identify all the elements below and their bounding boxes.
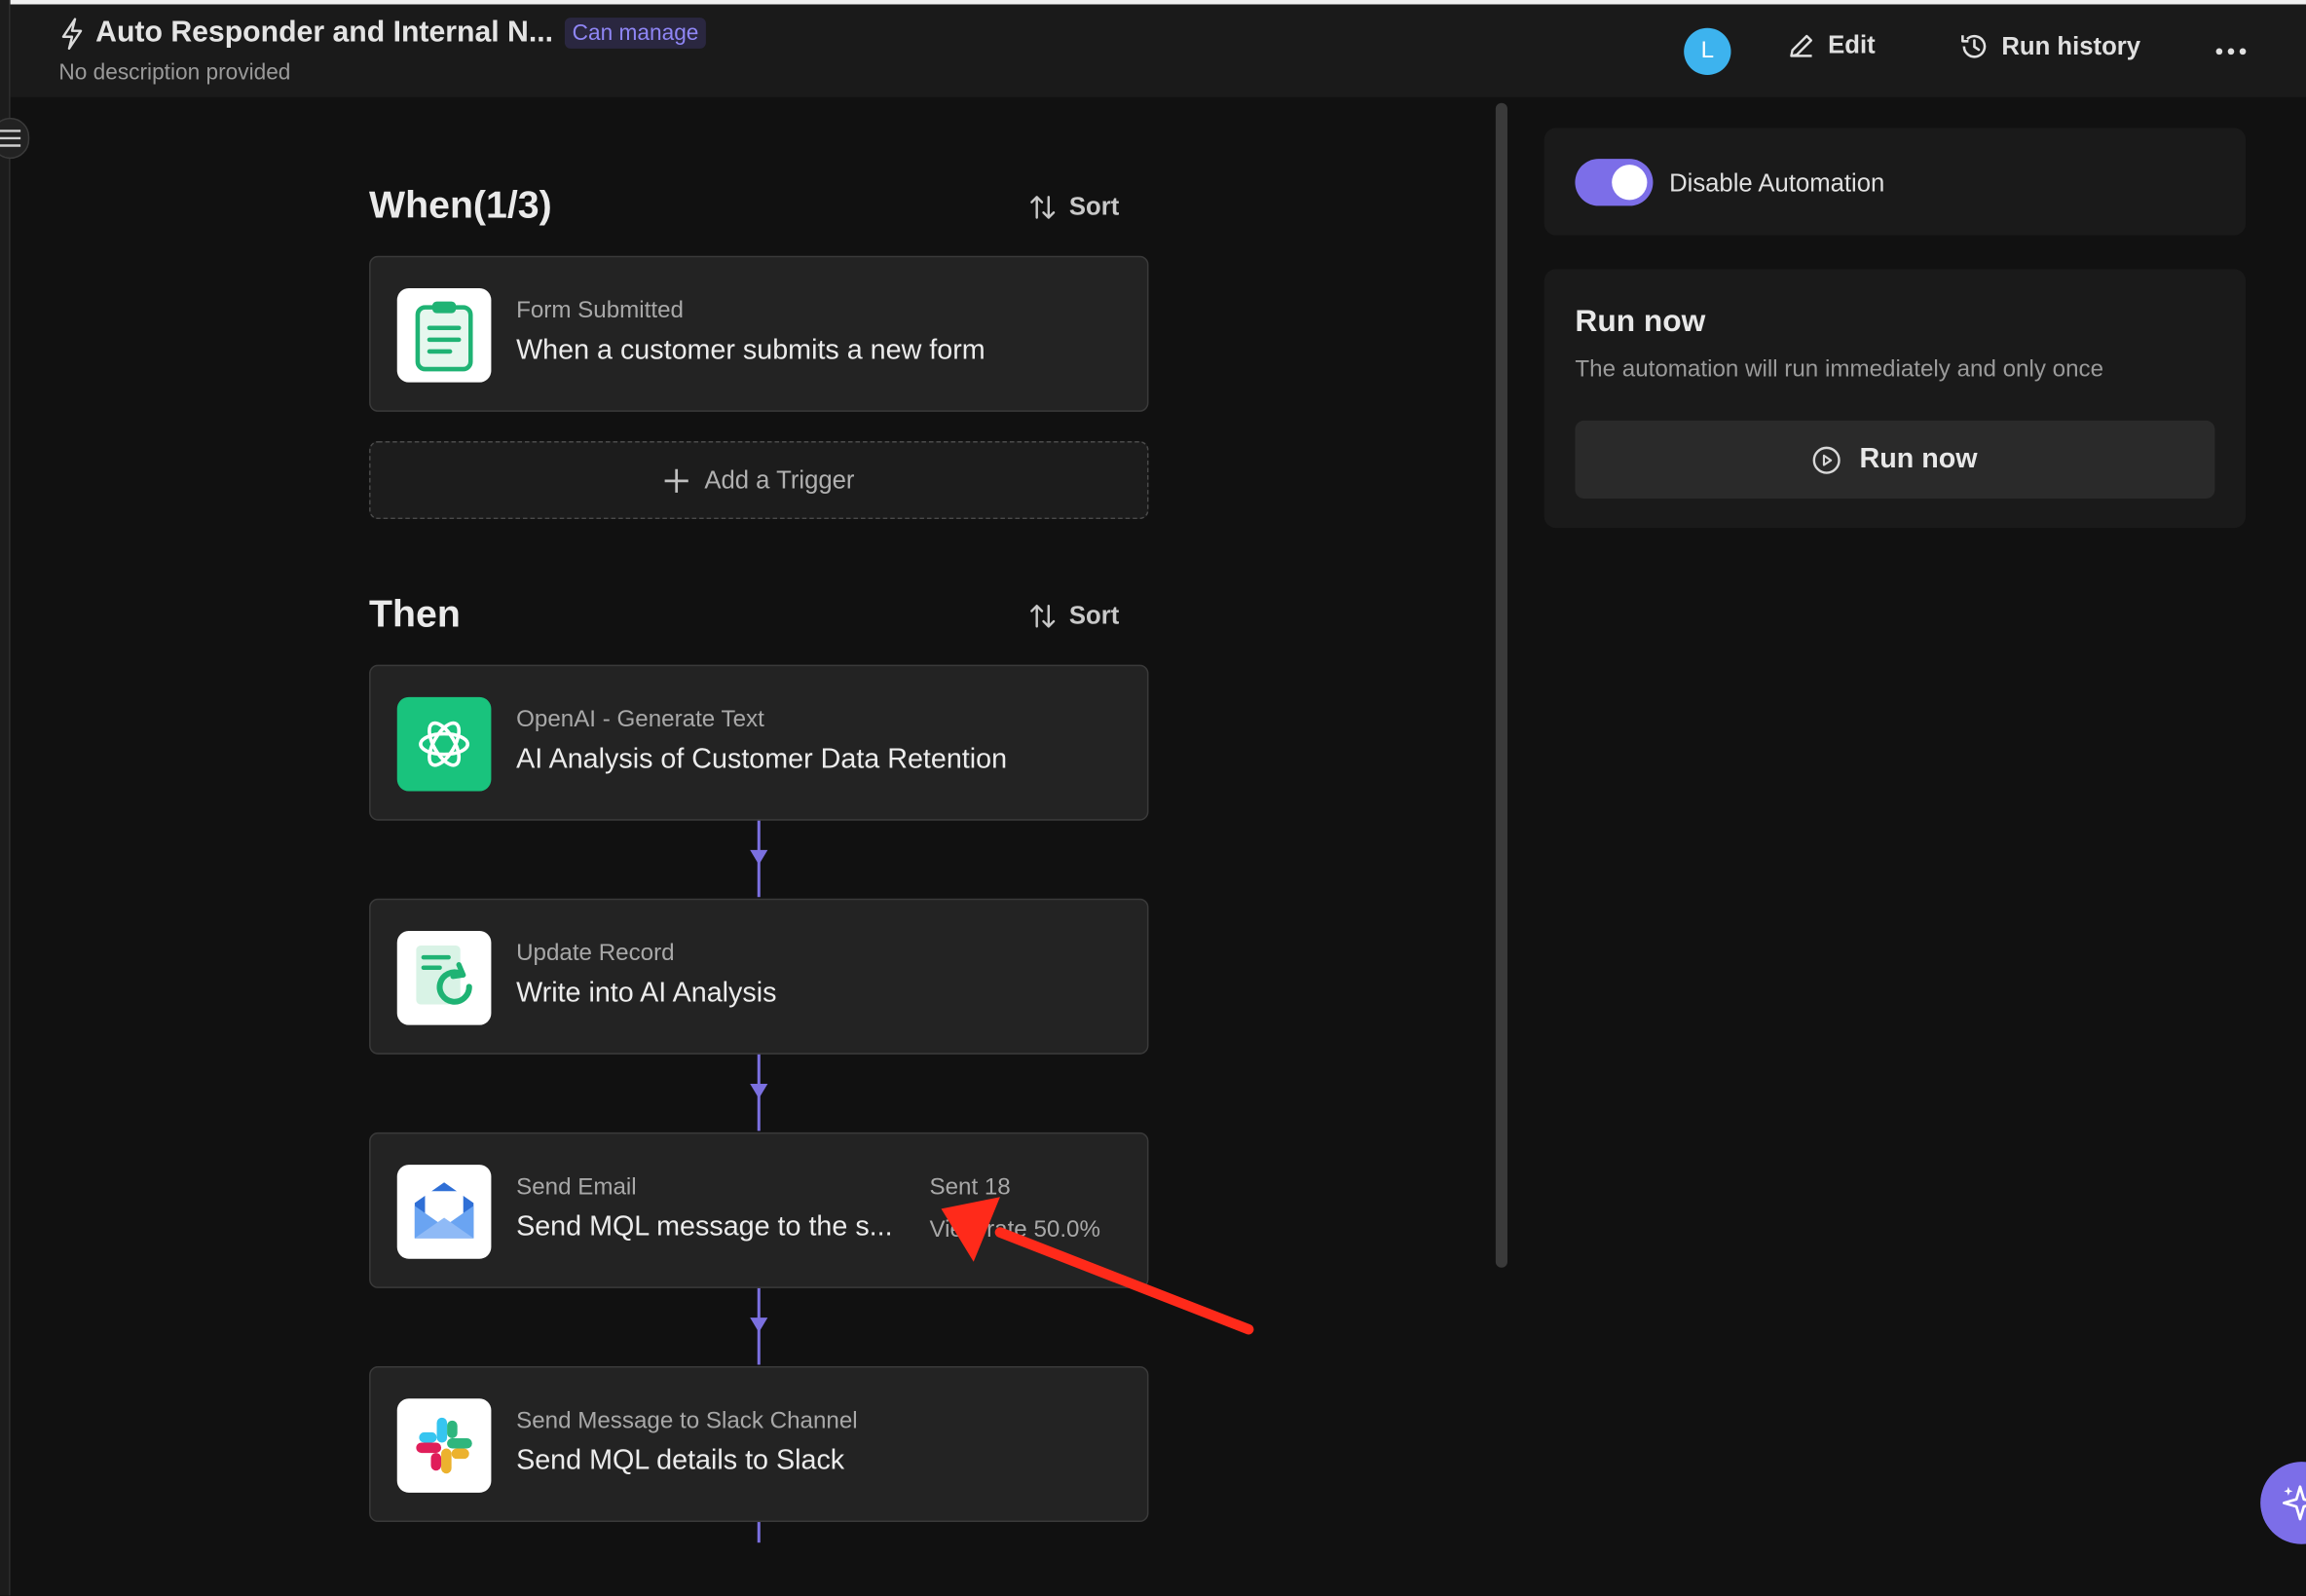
run-now-button-label: Run now xyxy=(1859,443,1978,475)
left-rail xyxy=(0,0,11,1596)
then-sort-button[interactable]: Sort xyxy=(1028,601,1120,631)
avatar[interactable]: L xyxy=(1684,27,1731,76)
trigger-description: When a customer submits a new form xyxy=(516,335,986,367)
edit-button[interactable]: Edit xyxy=(1787,31,1876,60)
add-trigger-label: Add a Trigger xyxy=(704,464,855,494)
sort-icon xyxy=(1030,196,1056,219)
action-card-openai[interactable]: OpenAI - Generate Text AI Analysis of Cu… xyxy=(369,664,1149,821)
when-sort-button[interactable]: Sort xyxy=(1028,192,1120,222)
flow-connector xyxy=(757,1522,761,1543)
app-screen: Auto Responder and Internal N... Can man… xyxy=(0,0,2306,1596)
plus-icon xyxy=(664,467,688,493)
add-trigger-button[interactable]: Add a Trigger xyxy=(369,441,1149,520)
action-description: Send MQL message to the s... xyxy=(516,1211,893,1243)
lightning-icon xyxy=(61,17,83,50)
update-record-icon xyxy=(396,930,492,1025)
action-description: AI Analysis of Customer Data Retention xyxy=(516,744,1008,775)
flow-arrow-icon xyxy=(750,849,768,865)
action-card-slack[interactable]: Send Message to Slack Channel Send MQL d… xyxy=(369,1365,1149,1523)
edit-label: Edit xyxy=(1828,30,1876,59)
openai-icon xyxy=(396,696,492,792)
automation-description: No description provided xyxy=(58,59,291,86)
run-history-button[interactable]: Run history xyxy=(1959,31,2140,62)
menu-icon xyxy=(0,130,21,147)
automation-title[interactable]: Auto Responder and Internal N... xyxy=(95,17,553,51)
trigger-type: Form Submitted xyxy=(516,298,684,324)
action-type: Update Record xyxy=(516,941,675,967)
disable-automation-toggle[interactable] xyxy=(1575,159,1654,206)
action-type: Send Message to Slack Channel xyxy=(516,1408,858,1434)
title-row: Auto Responder and Internal N... Can man… xyxy=(60,17,706,51)
view-rate: View rate 50.0% xyxy=(929,1217,1100,1243)
slack-icon xyxy=(396,1398,492,1493)
action-description: Write into AI Analysis xyxy=(516,978,777,1009)
run-history-label: Run history xyxy=(2001,31,2141,60)
disable-automation-panel: Disable Automation xyxy=(1544,128,2247,236)
toggle-knob xyxy=(1612,165,1648,201)
when-section-title: When(1/3) xyxy=(369,182,552,227)
permission-badge: Can manage xyxy=(565,18,706,49)
action-type: OpenAI - Generate Text xyxy=(516,707,764,733)
flow-arrow-icon xyxy=(750,1084,768,1099)
more-horizontal-icon xyxy=(2215,48,2247,56)
disable-automation-label: Disable Automation xyxy=(1669,168,1885,198)
avatar-letter: L xyxy=(1700,38,1715,63)
run-now-button[interactable]: Run now xyxy=(1575,420,2215,499)
sort-label: Sort xyxy=(1068,601,1120,630)
action-card-update-record[interactable]: Update Record Write into AI Analysis xyxy=(369,898,1149,1055)
sidebar-toggle-button[interactable] xyxy=(0,117,30,160)
sparkle-icon xyxy=(2282,1485,2306,1521)
canvas-scrollbar[interactable] xyxy=(1495,102,1507,1268)
then-section-title: Then xyxy=(369,591,461,636)
clipboard-form-icon xyxy=(396,287,492,383)
run-now-panel: Run now The automation will run immediat… xyxy=(1544,269,2247,529)
action-description: Send MQL details to Slack xyxy=(516,1445,845,1477)
pencil-icon xyxy=(1790,34,1813,57)
header: Auto Responder and Internal N... Can man… xyxy=(10,4,2306,97)
history-icon xyxy=(1961,34,1987,58)
run-now-title: Run now xyxy=(1575,304,1706,339)
action-card-send-email[interactable]: Send Email Send MQL message to the s... … xyxy=(369,1132,1149,1288)
action-type: Send Email xyxy=(516,1174,637,1201)
play-circle-icon xyxy=(1813,445,1841,473)
sort-label: Sort xyxy=(1068,192,1120,221)
sort-icon xyxy=(1030,604,1056,628)
more-options-button[interactable] xyxy=(2209,34,2252,69)
run-now-description: The automation will run immediately and … xyxy=(1575,356,2104,383)
trigger-card-form-submitted[interactable]: Form Submitted When a customer submits a… xyxy=(369,255,1149,412)
email-icon xyxy=(396,1165,492,1259)
sent-count: Sent 18 xyxy=(929,1174,1011,1201)
annotation-arrow-icon xyxy=(941,1197,1254,1335)
ai-assistant-button[interactable] xyxy=(2260,1462,2306,1544)
flow-arrow-icon xyxy=(750,1318,768,1333)
